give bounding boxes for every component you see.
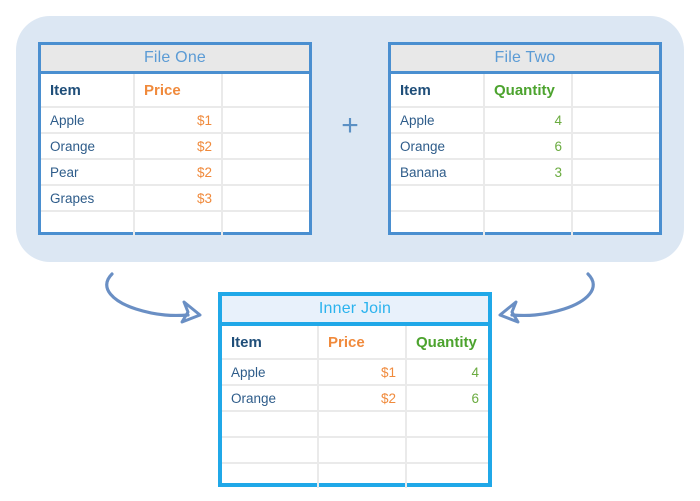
cell-item: [222, 438, 317, 462]
table-row-empty: [222, 410, 488, 436]
table-row: Apple $1: [41, 106, 309, 132]
column-header-quantity: Quantity: [405, 326, 488, 358]
cell-item: Grapes: [50, 190, 95, 206]
arrow-to-result-left: [105, 272, 202, 324]
column-header-blank: [221, 74, 309, 106]
cell-item: Pear: [50, 164, 79, 180]
cell-blank: [221, 108, 309, 132]
cell-price: $1: [133, 108, 221, 132]
table-row: Apple $1 4: [222, 358, 488, 384]
cell-item: Orange: [400, 138, 446, 154]
table-row: Apple 4: [391, 106, 659, 132]
file-two-title: File Two: [391, 45, 659, 74]
cell-item: Orange: [50, 138, 96, 154]
cell-item: Apple: [400, 112, 435, 128]
cell-blank: [221, 212, 309, 236]
table-row: Orange $2 6: [222, 384, 488, 410]
cell-quantity: [483, 212, 571, 236]
table-row: Grapes $3: [41, 184, 309, 210]
cell-price: [317, 464, 405, 488]
cell-item: Banana: [400, 164, 447, 180]
file-one-title: File One: [41, 45, 309, 74]
table-row-empty: [222, 462, 488, 488]
cell-quantity: [405, 464, 488, 488]
column-header-item: Item: [400, 81, 431, 99]
cell-quantity: 6: [405, 386, 488, 410]
column-header-price: Price: [317, 326, 405, 358]
cell-item: [222, 464, 317, 488]
table-header-row: Item Price Quantity: [222, 326, 488, 358]
table-row-empty: [391, 184, 659, 210]
cell-blank: [571, 186, 659, 210]
table-row-empty: [391, 210, 659, 236]
cell-blank: [221, 186, 309, 210]
cell-blank: [571, 160, 659, 184]
cell-item: Orange: [231, 390, 277, 406]
file-two-table: File Two Item Quantity Apple 4 Orange 6 …: [388, 42, 662, 236]
table-row: Orange $2: [41, 132, 309, 158]
cell-item: [391, 186, 483, 210]
cell-quantity: 4: [405, 360, 488, 384]
cell-blank: [221, 160, 309, 184]
cell-blank: [571, 134, 659, 158]
cell-blank: [571, 108, 659, 132]
file-two-grid: Item Quantity Apple 4 Orange 6 Banana 3: [391, 74, 659, 236]
table-row-empty: [41, 210, 309, 236]
table-header-row: Item Price: [41, 74, 309, 106]
table-header-row: Item Quantity: [391, 74, 659, 106]
cell-price: [317, 412, 405, 436]
cell-price: $2: [317, 386, 405, 410]
file-one-grid: Item Price Apple $1 Orange $2 Pear $2 Gr…: [41, 74, 309, 236]
cell-quantity: 6: [483, 134, 571, 158]
cell-price: $2: [133, 134, 221, 158]
inner-join-title: Inner Join: [222, 296, 488, 326]
cell-item: Apple: [231, 364, 266, 380]
column-header-item: Item: [231, 333, 262, 351]
cell-quantity: [405, 438, 488, 462]
cell-blank: [571, 212, 659, 236]
cell-price: [317, 438, 405, 462]
plus-icon: +: [341, 109, 359, 142]
arrow-to-result-right: [498, 272, 595, 324]
inner-join-table: Inner Join Item Price Quantity Apple $1 …: [218, 292, 492, 488]
cell-price: [133, 212, 221, 236]
column-header-blank: [571, 74, 659, 106]
inner-join-grid: Item Price Quantity Apple $1 4 Orange $2…: [222, 326, 488, 488]
cell-item: [391, 212, 483, 236]
cell-item: [222, 412, 317, 436]
cell-item: Apple: [50, 112, 85, 128]
cell-quantity: 4: [483, 108, 571, 132]
table-row: Pear $2: [41, 158, 309, 184]
cell-quantity: [483, 186, 571, 210]
cell-item: [41, 212, 133, 236]
table-row: Orange 6: [391, 132, 659, 158]
column-header-item: Item: [50, 81, 81, 99]
cell-price: $1: [317, 360, 405, 384]
cell-quantity: 3: [483, 160, 571, 184]
file-one-table: File One Item Price Apple $1 Orange $2 P…: [38, 42, 312, 236]
cell-price: $2: [133, 160, 221, 184]
column-header-price: Price: [133, 74, 221, 106]
table-row-empty: [222, 436, 488, 462]
column-header-quantity: Quantity: [483, 74, 571, 106]
cell-blank: [221, 134, 309, 158]
cell-price: $3: [133, 186, 221, 210]
cell-quantity: [405, 412, 488, 436]
table-row: Banana 3: [391, 158, 659, 184]
